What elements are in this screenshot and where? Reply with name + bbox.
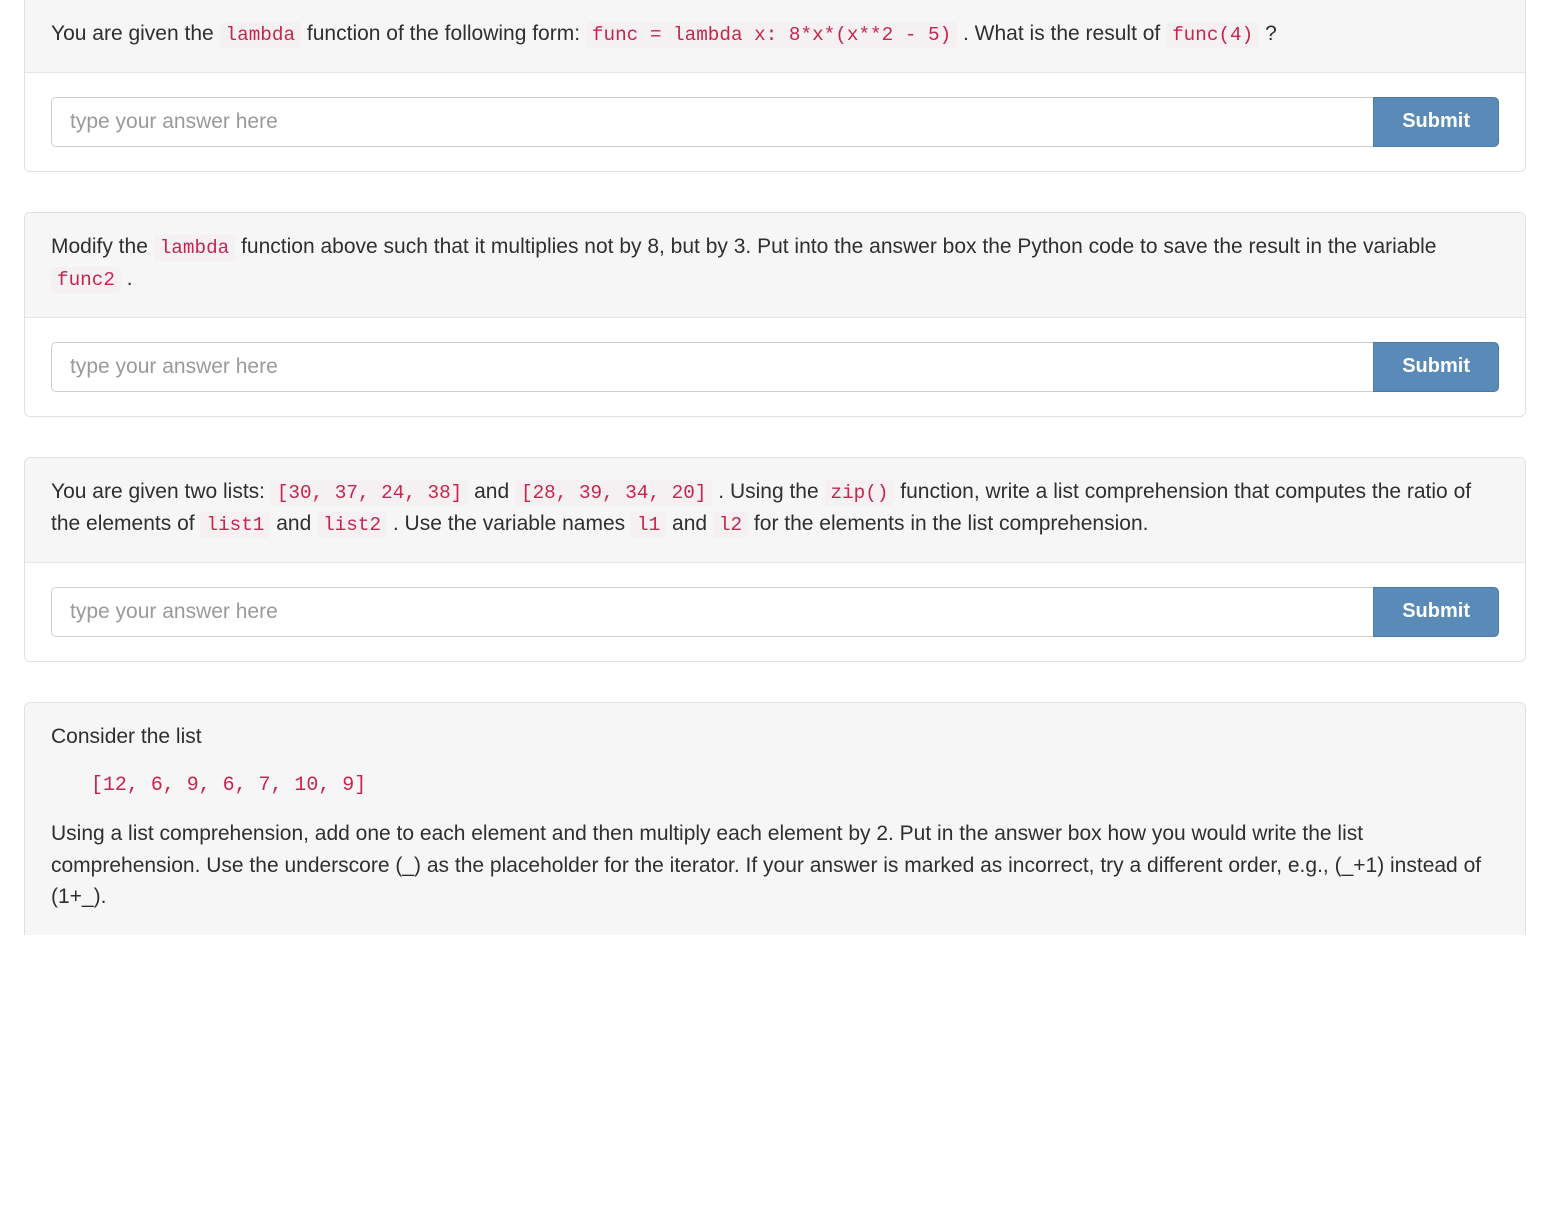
submit-button[interactable]: Submit (1373, 587, 1499, 637)
submit-button[interactable]: Submit (1373, 342, 1499, 392)
answer-area: Submit (25, 73, 1525, 171)
question-card: Consider the list [12, 6, 9, 6, 7, 10, 9… (24, 702, 1526, 935)
inline-code: func(4) (1166, 22, 1259, 48)
inline-code: [28, 39, 34, 20] (515, 480, 712, 506)
answer-input[interactable] (51, 342, 1373, 392)
prompt-intro: Consider the list (51, 721, 1499, 753)
question-prompt: Consider the list [12, 6, 9, 6, 7, 10, 9… (25, 703, 1525, 935)
prompt-body: Using a list comprehension, add one to e… (51, 818, 1499, 913)
code-block: [12, 6, 9, 6, 7, 10, 9] (51, 764, 1499, 806)
question-card: You are given the lambda function of the… (24, 0, 1526, 172)
inline-code: l2 (713, 512, 748, 538)
inline-code: func = lambda x: 8*x*(x**2 - 5) (586, 22, 957, 48)
prompt-text: You are given the lambda function of the… (51, 18, 1499, 50)
inline-code: zip() (825, 480, 895, 506)
question-card: Modify the lambda function above such th… (24, 212, 1526, 417)
inline-code: l1 (631, 512, 666, 538)
question-card: You are given two lists: [30, 37, 24, 38… (24, 457, 1526, 662)
inline-code: [30, 37, 24, 38] (271, 480, 468, 506)
answer-area: Submit (25, 563, 1525, 661)
answer-input[interactable] (51, 587, 1373, 637)
inline-code: lambda (220, 22, 302, 48)
inline-code: list1 (200, 512, 270, 538)
answer-area: Submit (25, 318, 1525, 416)
question-prompt: Modify the lambda function above such th… (25, 213, 1525, 318)
question-prompt: You are given two lists: [30, 37, 24, 38… (25, 458, 1525, 563)
question-prompt: You are given the lambda function of the… (25, 0, 1525, 73)
inline-code: func2 (51, 267, 121, 293)
submit-button[interactable]: Submit (1373, 97, 1499, 147)
inline-code: list2 (317, 512, 387, 538)
answer-input[interactable] (51, 97, 1373, 147)
prompt-text: Modify the lambda function above such th… (51, 231, 1499, 295)
inline-code: lambda (154, 235, 236, 261)
prompt-text: You are given two lists: [30, 37, 24, 38… (51, 476, 1499, 540)
